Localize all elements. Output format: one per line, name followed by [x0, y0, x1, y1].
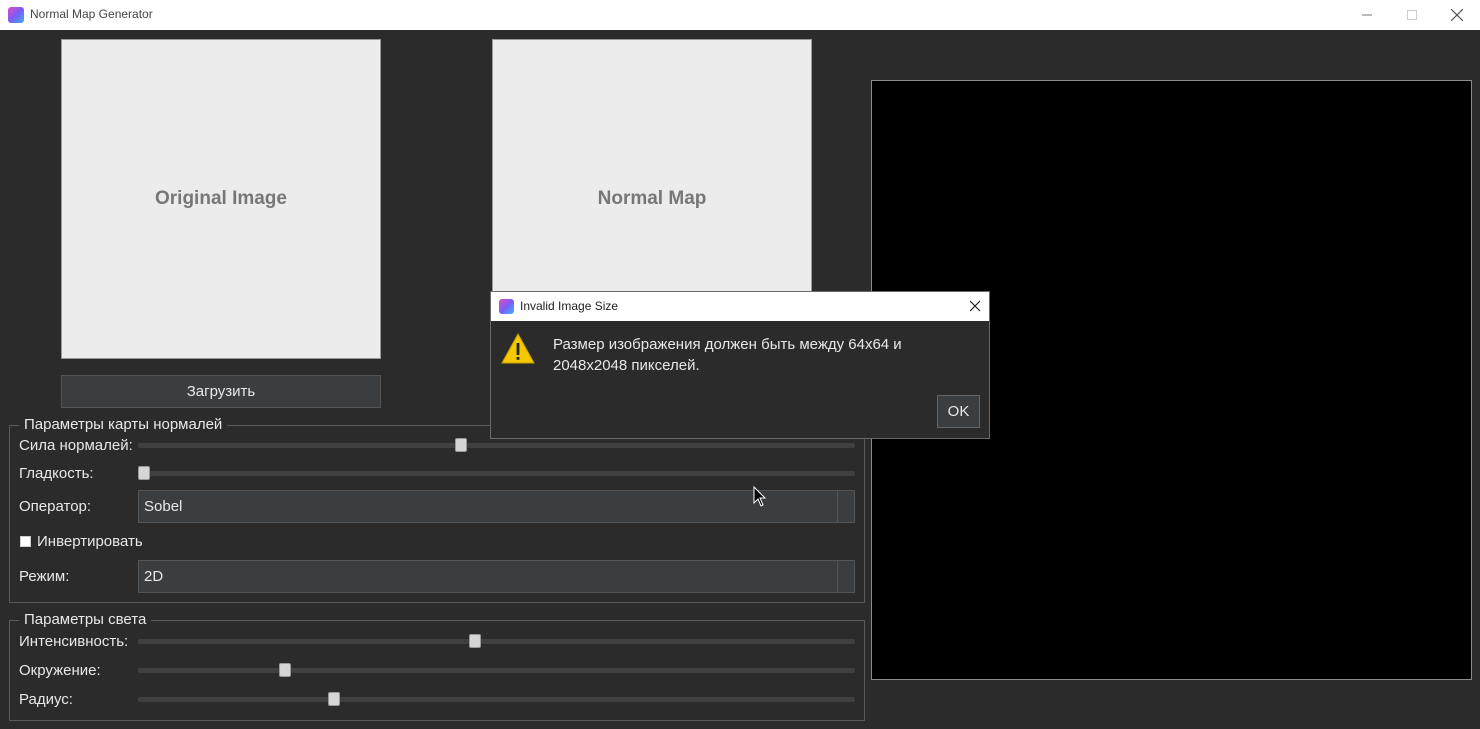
- close-icon: [1451, 9, 1463, 21]
- dialog-title: Invalid Image Size: [520, 299, 619, 313]
- smoothness-slider-handle[interactable]: [138, 466, 150, 480]
- maximize-icon: [1407, 10, 1417, 20]
- intensity-slider[interactable]: [138, 639, 855, 644]
- operator-value: Sobel: [144, 498, 183, 515]
- original-image-label: Original Image: [155, 188, 287, 209]
- mode-value: 2D: [144, 568, 164, 585]
- maximize-button[interactable]: [1389, 0, 1435, 30]
- smoothness-label: Гладкость:: [19, 465, 94, 482]
- mode-select[interactable]: 2D: [138, 560, 855, 593]
- normal-map-label: Normal Map: [597, 188, 707, 209]
- invert-checkbox[interactable]: [20, 536, 31, 547]
- minimize-icon: [1362, 14, 1372, 16]
- smoothness-slider[interactable]: [138, 471, 855, 476]
- ambient-slider-handle[interactable]: [279, 663, 291, 677]
- mode-label: Режим:: [19, 568, 70, 585]
- warning-icon: [501, 332, 535, 364]
- invert-label[interactable]: Инвертировать: [37, 533, 143, 550]
- close-icon: [969, 300, 981, 312]
- window-title: Normal Map Generator: [30, 7, 153, 21]
- app-icon: [8, 7, 24, 23]
- radius-slider[interactable]: [138, 697, 855, 702]
- operator-dropdown-divider: [837, 491, 838, 522]
- mode-dropdown-divider: [837, 561, 838, 592]
- mouse-cursor-icon: [753, 486, 767, 507]
- intensity-label: Интенсивность:: [19, 633, 129, 650]
- invalid-size-dialog: Invalid Image Size Размер изображения до…: [490, 291, 990, 439]
- title-bar: Normal Map Generator: [0, 0, 1480, 30]
- strength-slider[interactable]: [138, 443, 855, 448]
- radius-label: Радиус:: [19, 691, 73, 708]
- dialog-close-button[interactable]: [967, 298, 983, 314]
- strength-slider-handle[interactable]: [455, 438, 468, 452]
- close-button[interactable]: [1434, 0, 1480, 30]
- dialog-title-bar: Invalid Image Size: [491, 292, 989, 321]
- minimize-button[interactable]: [1344, 0, 1390, 30]
- dialog-message: Размер изображения должен быть между 64x…: [553, 336, 902, 374]
- normal-params-title: Параметры карты нормалей: [19, 416, 228, 433]
- ambient-slider[interactable]: [138, 668, 855, 673]
- strength-label: Сила нормалей:: [19, 437, 133, 454]
- ambient-label: Окружение:: [19, 662, 101, 679]
- original-image-preview: Original Image: [61, 39, 381, 359]
- operator-label: Оператор:: [19, 498, 92, 515]
- light-params-title: Параметры света: [19, 611, 152, 628]
- dialog-app-icon: [499, 299, 514, 314]
- ok-button[interactable]: OK: [937, 395, 980, 428]
- load-button[interactable]: Загрузить: [61, 375, 381, 408]
- operator-select[interactable]: Sobel: [138, 490, 855, 523]
- intensity-slider-handle[interactable]: [469, 634, 482, 648]
- radius-slider-handle[interactable]: [328, 692, 341, 706]
